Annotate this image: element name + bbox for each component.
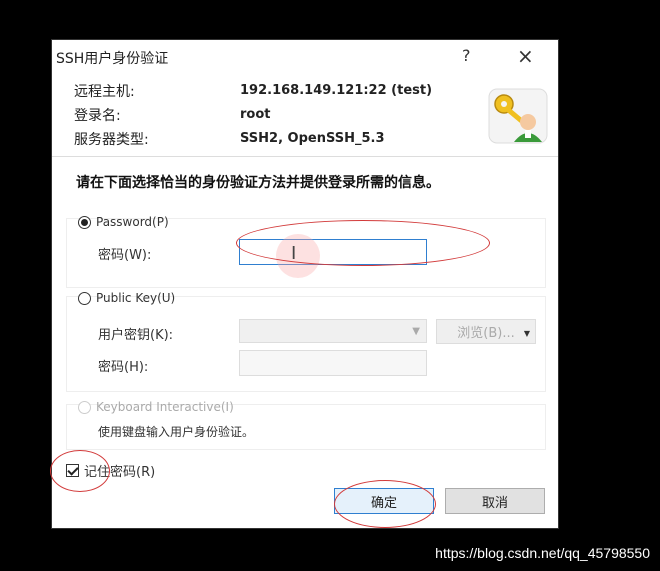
keyboard-radio-label: Keyboard Interactive(I)	[96, 400, 234, 414]
keys-user-icon	[488, 88, 548, 144]
password-radio-label: Password(P)	[96, 215, 169, 229]
password-input[interactable]	[239, 239, 427, 265]
dropdown-arrow-icon: ▼	[523, 329, 530, 338]
passphrase-label: 密码(H):	[98, 360, 149, 375]
password-radio[interactable]	[78, 216, 91, 229]
keyboard-description: 使用键盘输入用户身份验证。	[98, 425, 255, 439]
publickey-radio-label: Public Key(U)	[96, 291, 176, 305]
chevron-down-icon: ▼	[412, 326, 420, 337]
remember-password-checkbox[interactable]	[66, 464, 79, 477]
password-field-label: 密码(W):	[98, 248, 152, 263]
login-label: 登录名:	[74, 108, 121, 124]
ok-button[interactable]: 确定	[334, 488, 434, 514]
ok-label: 确定	[370, 495, 397, 511]
passphrase-input[interactable]	[239, 350, 427, 376]
title-bar: SSH用户身份验证 ? ×	[52, 40, 558, 74]
browse-label: 浏览(B)...	[457, 326, 515, 341]
help-button[interactable]: ?	[462, 46, 471, 65]
close-button[interactable]: ×	[517, 44, 534, 68]
host-label: 远程主机:	[74, 84, 135, 100]
dialog-title: SSH用户身份验证	[56, 51, 169, 67]
cancel-button[interactable]: 取消	[445, 488, 545, 514]
keyboard-radio[interactable]	[78, 401, 91, 414]
ssh-auth-dialog: SSH用户身份验证 ? × 远程主机: 192.168.149.121:22 (…	[52, 40, 558, 528]
server-type-value: SSH2, OpenSSH_5.3	[240, 131, 385, 146]
user-key-select[interactable]: ▼	[239, 319, 427, 343]
server-type-label: 服务器类型:	[74, 132, 149, 148]
instruction-text: 请在下面选择恰当的身份验证方法并提供登录所需的信息。	[76, 175, 440, 191]
remember-password-label: 记住密码(R)	[84, 465, 156, 480]
cancel-label: 取消	[481, 495, 508, 511]
browse-button[interactable]: 浏览(B)... ▼	[436, 319, 536, 344]
login-value: root	[240, 107, 271, 122]
publickey-group	[66, 296, 546, 392]
ibeam-cursor-icon: I	[291, 243, 297, 264]
separator	[52, 156, 558, 157]
host-value: 192.168.149.121:22 (test)	[240, 83, 433, 98]
user-key-label: 用户密钥(K):	[98, 328, 174, 343]
publickey-radio[interactable]	[78, 292, 91, 305]
cursor-highlight	[276, 234, 320, 278]
watermark-text: https://blog.csdn.net/qq_45798550	[435, 545, 650, 561]
